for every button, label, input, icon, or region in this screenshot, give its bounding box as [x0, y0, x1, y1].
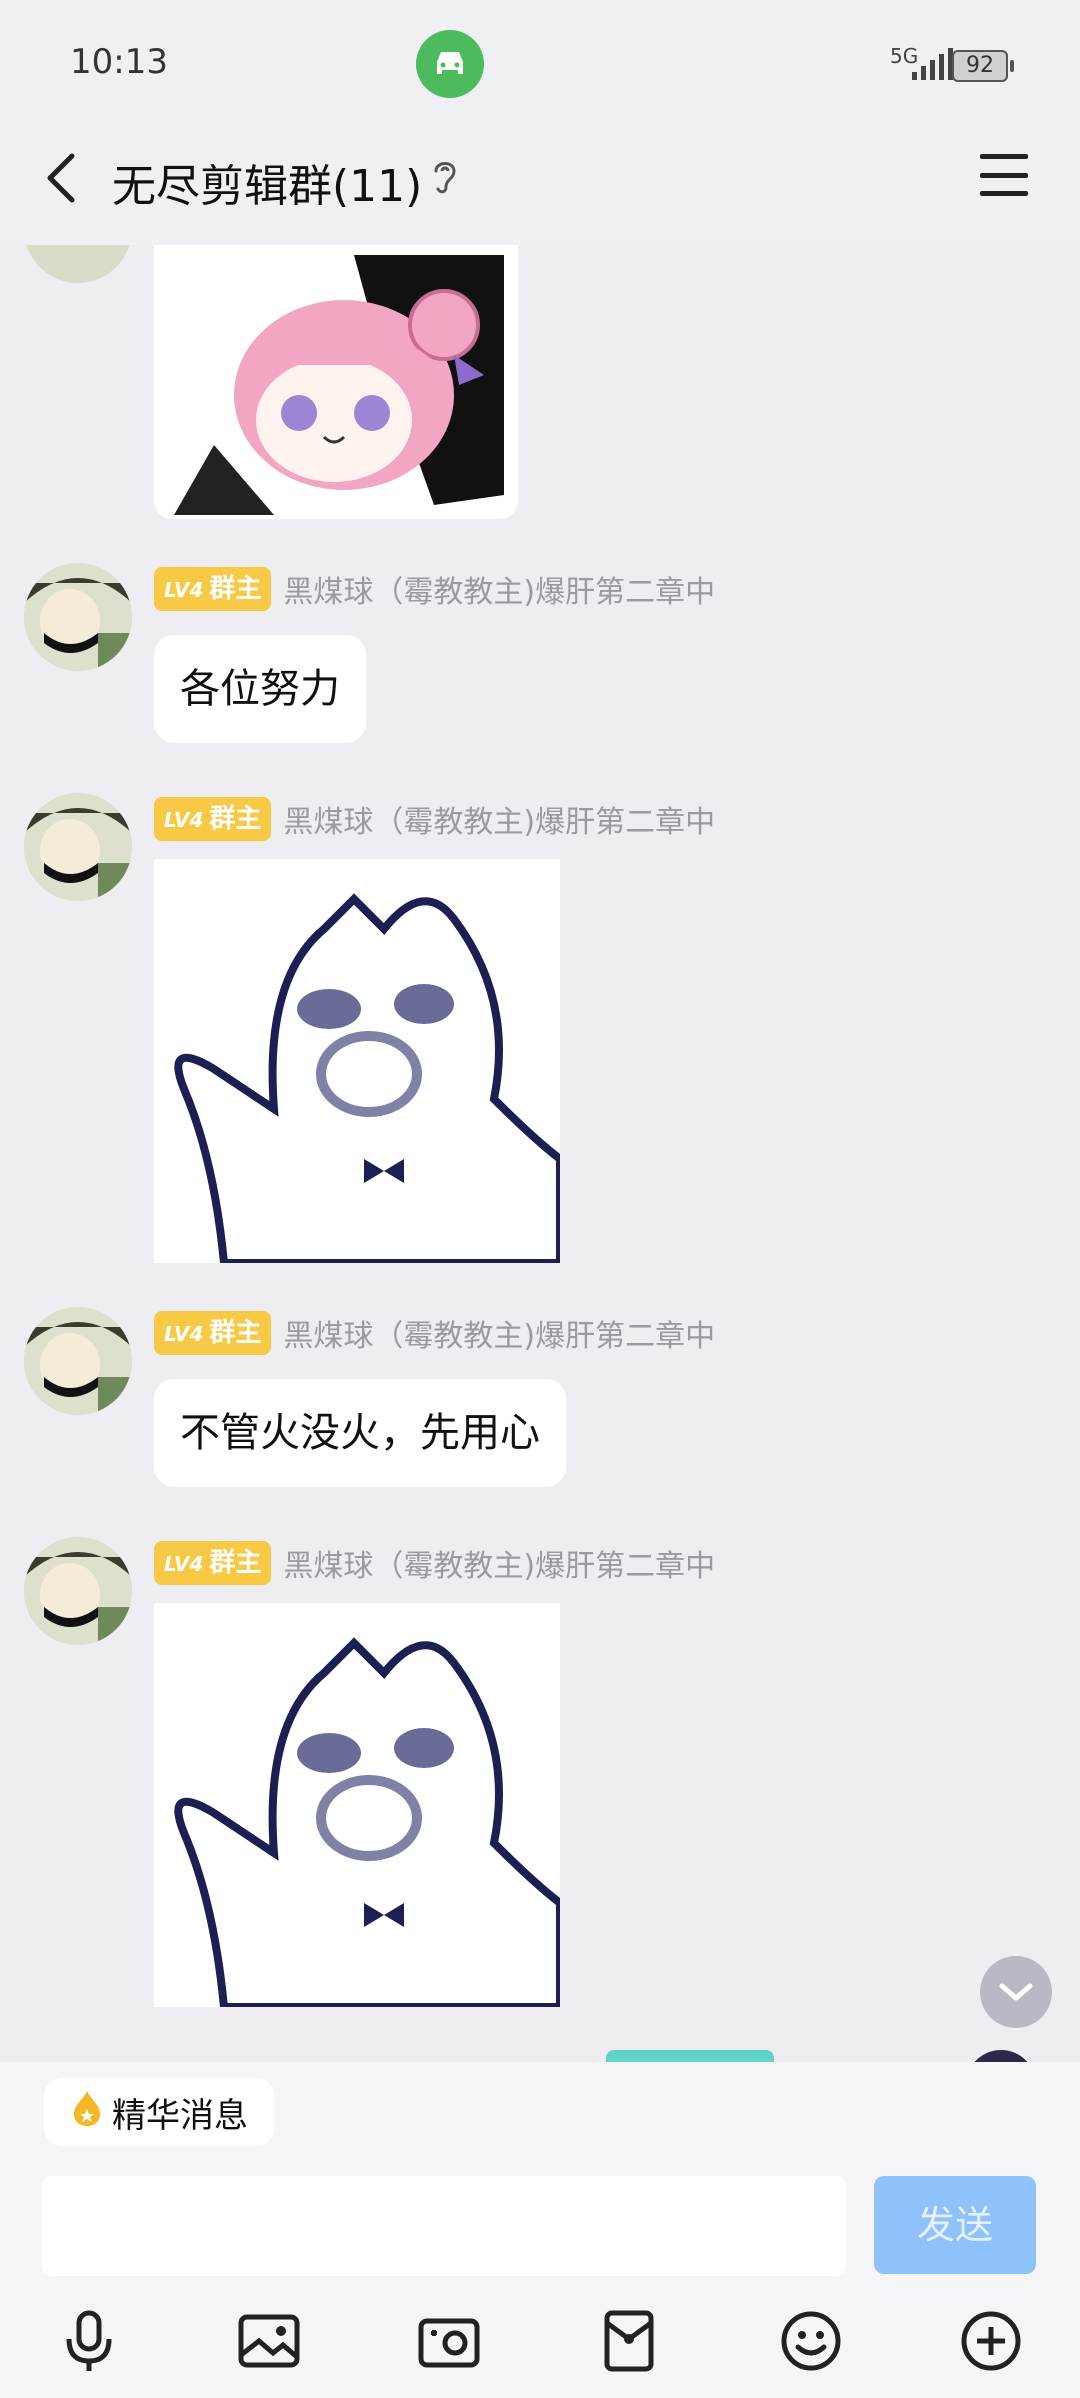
badge-level: LV4	[164, 578, 204, 602]
plus-icon[interactable]	[956, 2306, 1026, 2376]
level-badge: LV4 群主	[154, 1541, 272, 1585]
sender-name[interactable]: 黑煤球（霉教教主)爆肝第二章中	[283, 567, 715, 611]
flame-icon	[72, 2089, 102, 2136]
sender-meta: LV4 群主 黑煤球（霉教教主)爆肝第二章中	[154, 797, 715, 841]
scroll-down-button[interactable]	[980, 1956, 1052, 2028]
sender-name[interactable]: 黑煤球（霉教教主)爆肝第二章中	[283, 1311, 715, 1355]
badge-role: 群主	[209, 804, 262, 834]
badge-role: 群主	[209, 574, 262, 604]
sender-name[interactable]: 黑煤球（霉教教主)爆肝第二章中	[283, 797, 715, 841]
message-bubble[interactable]: 各位努力	[154, 635, 366, 743]
badge-level: LV4	[164, 1322, 204, 1346]
microphone-icon[interactable]	[54, 2306, 124, 2376]
avatar[interactable]	[24, 1537, 132, 1645]
sticker-image[interactable]	[154, 1603, 560, 2007]
menu-icon[interactable]	[980, 154, 1028, 196]
level-badge: LV4 群主	[154, 797, 272, 841]
badge-role: 群主	[209, 1548, 262, 1578]
avatar[interactable]	[24, 1307, 132, 1415]
essence-label: 精华消息	[112, 2095, 248, 2136]
level-badge: LV4 群主	[154, 567, 272, 611]
badge-role: 群主	[209, 1318, 262, 1348]
sender-meta: LV4 群主 黑煤球（霉教教主)爆肝第二章中	[154, 1311, 715, 1355]
message-input[interactable]	[42, 2176, 846, 2276]
avatar[interactable]	[24, 793, 132, 901]
message-list[interactable]: LV4 群主 黑煤球（霉教教主)爆肝第二章中 各位努力 LV4 群主 黑煤球（霉教教…	[0, 245, 1080, 2065]
avatar[interactable]	[24, 563, 132, 671]
send-button[interactable]: 发送	[874, 2176, 1036, 2274]
message-bubble[interactable]: 不管火没火，先用心	[154, 1379, 566, 1487]
badge-level: LV4	[164, 808, 204, 832]
back-icon[interactable]	[38, 148, 86, 208]
image-icon[interactable]	[234, 2306, 304, 2376]
battery-level: 92	[966, 53, 994, 78]
sender-name[interactable]: 黑煤球（霉教教主)爆肝第二章中	[283, 1541, 715, 1585]
level-badge: LV4 群主	[154, 1311, 272, 1355]
status-time: 10:13	[70, 42, 168, 82]
avatar[interactable]	[24, 245, 132, 283]
ear-icon[interactable]	[430, 157, 460, 201]
page-title[interactable]: 无尽剪辑群(11)	[112, 150, 422, 214]
sender-meta: LV4 群主 黑煤球（霉教教主)爆肝第二章中	[154, 567, 715, 611]
toolbar	[0, 2306, 1080, 2378]
status-bar: 10:13 5G 92	[0, 0, 1080, 130]
essence-messages-button[interactable]: 精华消息	[44, 2078, 274, 2146]
sticker-image[interactable]	[154, 859, 560, 1263]
emoji-icon[interactable]	[776, 2306, 846, 2376]
camera-icon[interactable]	[414, 2306, 484, 2376]
sender-meta: LV4 群主 黑煤球（霉教教主)爆肝第二章中	[154, 1541, 715, 1585]
signal-icon	[912, 48, 956, 80]
car-icon	[416, 30, 484, 98]
red-packet-icon[interactable]	[594, 2306, 664, 2376]
sticker-image[interactable]	[154, 245, 518, 519]
battery-icon: 92	[952, 50, 1014, 82]
badge-level: LV4	[164, 1552, 204, 1576]
